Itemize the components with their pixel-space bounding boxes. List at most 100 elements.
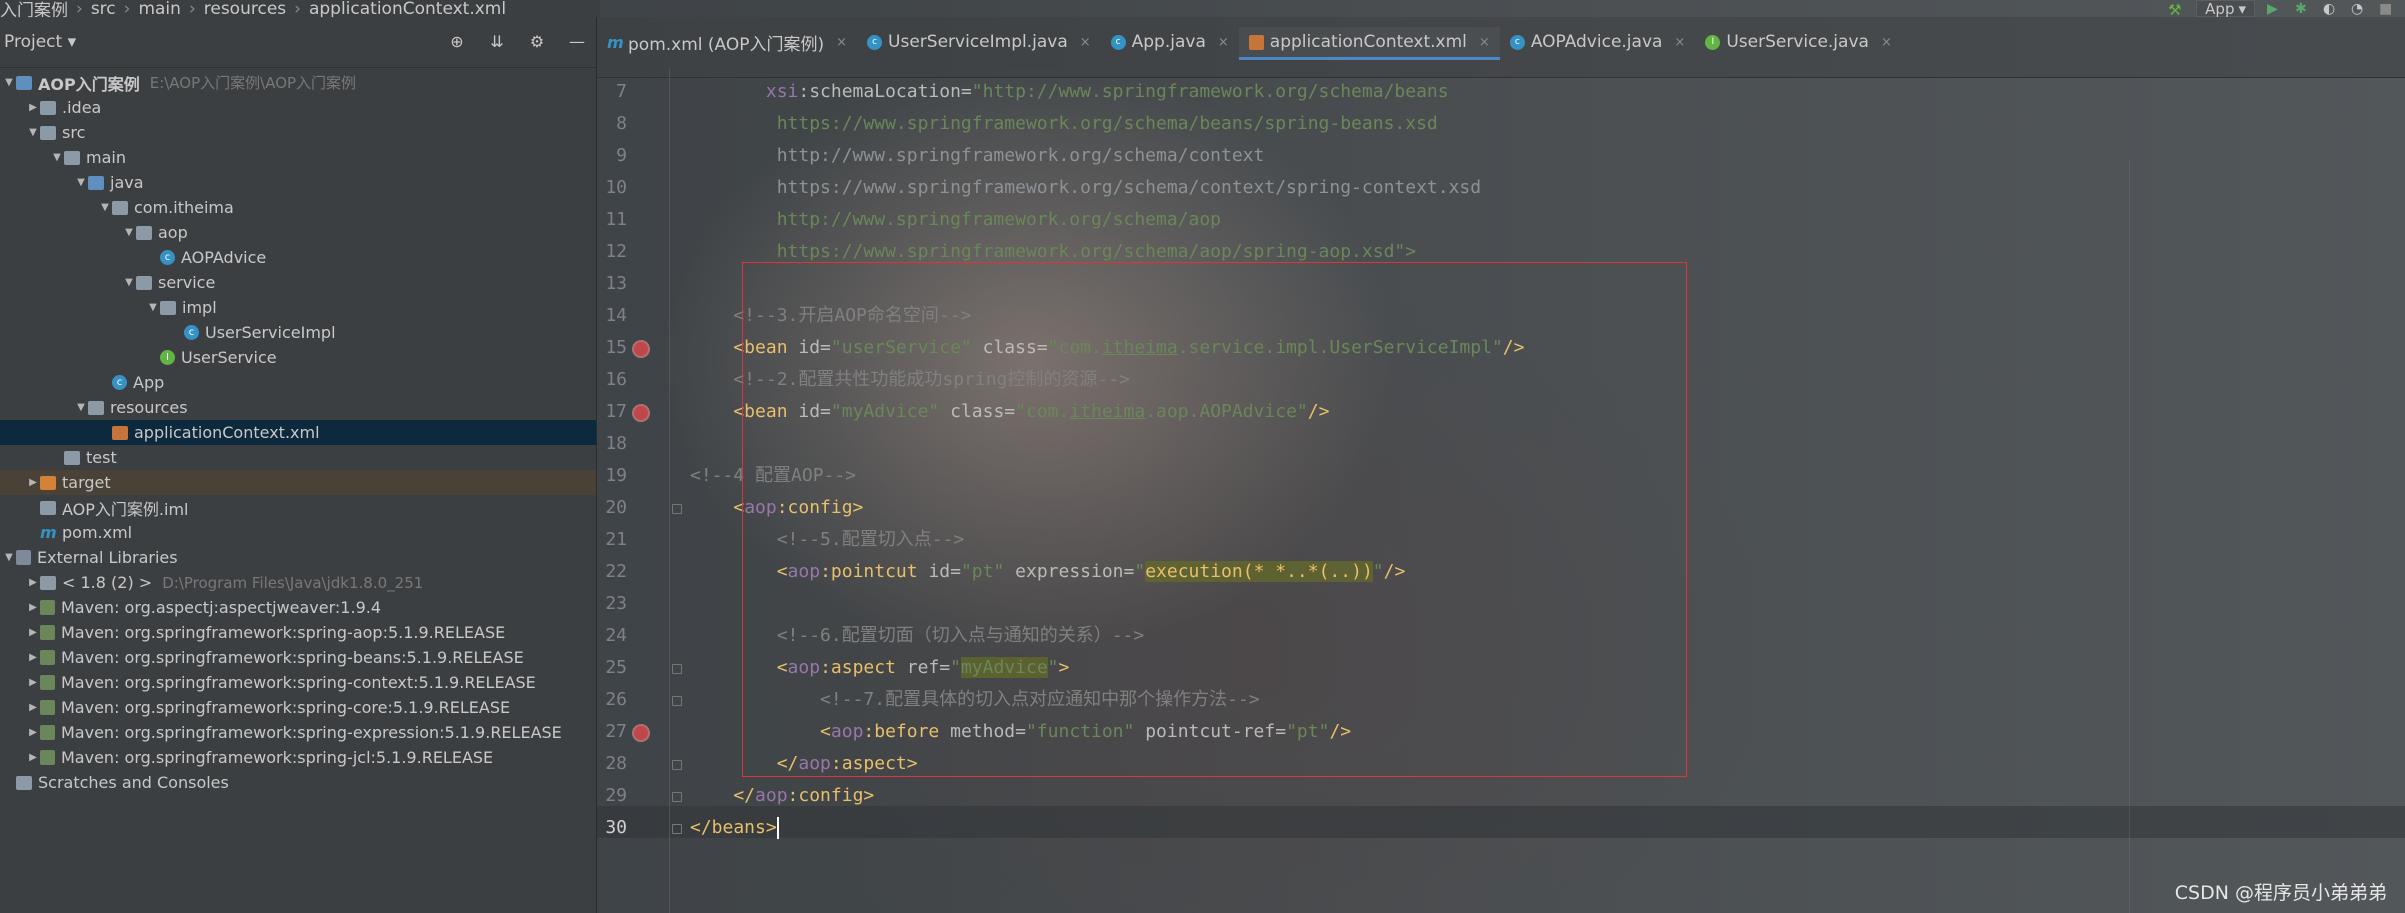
project-panel-header: Project ▾ ⊕ ⇊ ⚙ —	[0, 17, 596, 68]
tree-item-path: E:\AOP入门案例\AOP入门案例	[149, 74, 357, 92]
xml-file-icon	[1248, 34, 1264, 50]
tree-item[interactable]: ▶ Maven: org.springframework:spring-jcl:5…	[0, 745, 596, 770]
tree-item[interactable]: ▼ impl	[0, 295, 596, 320]
locate-icon[interactable]: ⊕	[448, 33, 466, 51]
tree-item[interactable]: ▶ Maven: org.springframework:spring-expre…	[0, 720, 596, 745]
chevron-down-icon[interactable]: ▼	[122, 277, 136, 288]
annotation-box	[742, 262, 1687, 777]
tree-item[interactable]: AOP入门案例.iml	[0, 495, 596, 520]
close-icon[interactable]: ×	[1218, 35, 1229, 50]
tree-item[interactable]: applicationContext.xml	[0, 420, 596, 445]
fold-marker-icon[interactable]	[672, 824, 682, 834]
chevron-down-icon[interactable]: ▼	[26, 127, 40, 138]
chevron-right-icon[interactable]: ▶	[26, 677, 40, 688]
spring-bean-gutter-icon[interactable]	[632, 340, 650, 358]
chevron-right-icon[interactable]: ▶	[26, 652, 40, 663]
tree-item[interactable]: c App	[0, 370, 596, 395]
tree-item[interactable]: ▼ service	[0, 270, 596, 295]
minimize-icon[interactable]: —	[568, 33, 586, 51]
class-icon: c	[1110, 34, 1126, 50]
chevron-down-icon[interactable]: ▼	[74, 177, 88, 188]
tree-item-label: AOP入门案例.iml	[62, 499, 189, 519]
tree-item[interactable]: ▶ target	[0, 470, 596, 495]
fold-marker-icon[interactable]	[672, 664, 682, 674]
gear-icon[interactable]: ⚙	[528, 33, 546, 51]
tree-item[interactable]: c UserServiceImpl	[0, 320, 596, 345]
tree-item[interactable]: ▶ Maven: org.springframework:spring-beans…	[0, 645, 596, 670]
fold-marker-icon[interactable]	[672, 792, 682, 802]
close-icon[interactable]: ×	[1881, 35, 1892, 50]
chevron-down-icon[interactable]: ▼	[2, 552, 16, 563]
run-icon[interactable]: ▶	[2267, 1, 2283, 17]
chevron-right-icon[interactable]: ▶	[26, 577, 40, 588]
tree-item[interactable]: m pom.xml	[0, 520, 596, 545]
tree-item[interactable]: Scratches and Consoles	[0, 770, 596, 795]
profile-icon[interactable]: ◔	[2351, 1, 2367, 17]
tree-item[interactable]: ▶ Maven: org.springframework:spring-aop:5…	[0, 620, 596, 645]
editor-tab[interactable]: c App.java ×	[1101, 27, 1239, 57]
coverage-icon[interactable]: ◐	[2323, 1, 2339, 17]
tree-item[interactable]: ▼ main	[0, 145, 596, 170]
tree-item[interactable]: ▶ Maven: org.springframework:spring-core:…	[0, 695, 596, 720]
editor-tab[interactable]: c AOPAdvice.java ×	[1500, 27, 1696, 57]
chevron-right-icon[interactable]: ▶	[26, 727, 40, 738]
tree-item[interactable]: ▼ com.itheima	[0, 195, 596, 220]
hammer-icon[interactable]: ⚒	[2168, 1, 2184, 19]
run-config-select[interactable]: App ▾	[2196, 0, 2255, 18]
breadcrumb-item[interactable]: main	[138, 0, 180, 19]
close-icon[interactable]: ×	[836, 35, 847, 50]
editor-tab[interactable]: m pom.xml (AOP入门案例) ×	[597, 27, 857, 57]
line-number: 23	[605, 593, 627, 614]
tree-item[interactable]: ▼ resources	[0, 395, 596, 420]
tree-item[interactable]: ▶ .idea	[0, 95, 596, 120]
editor-tab[interactable]: c UserServiceImpl.java ×	[857, 27, 1101, 57]
tree-item[interactable]: ▼ External Libraries	[0, 545, 596, 570]
chevron-right-icon[interactable]: ▶	[26, 477, 40, 488]
chevron-right-icon[interactable]: ▶	[26, 752, 40, 763]
library-icon	[40, 600, 55, 615]
line-number: 27	[605, 721, 627, 742]
tree-item[interactable]: ▼ src	[0, 120, 596, 145]
spring-bean-gutter-icon[interactable]	[632, 724, 650, 742]
breadcrumb-item[interactable]: applicationContext.xml	[309, 0, 506, 19]
tree-item[interactable]: ▶ Maven: org.springframework:spring-conte…	[0, 670, 596, 695]
tree-item[interactable]: c AOPAdvice	[0, 245, 596, 270]
code-token: xsi	[690, 81, 799, 102]
close-icon[interactable]: ×	[1080, 35, 1091, 50]
chevron-right-icon[interactable]: ▶	[26, 102, 40, 113]
chevron-down-icon[interactable]: ▼	[98, 202, 112, 213]
spring-bean-gutter-icon[interactable]	[632, 404, 650, 422]
chevron-right-icon[interactable]: ▶	[26, 602, 40, 613]
interface-icon: I	[160, 350, 175, 365]
tree-item[interactable]: ▼ AOP入门案例 E:\AOP入门案例\AOP入门案例	[0, 70, 596, 95]
tree-item-label: UserServiceImpl	[205, 323, 336, 342]
fold-marker-icon[interactable]	[672, 760, 682, 770]
tree-item[interactable]: ▼ java	[0, 170, 596, 195]
right-margin-guide	[2129, 160, 2130, 913]
tree-item[interactable]: I UserService	[0, 345, 596, 370]
breadcrumb-item[interactable]: resources	[204, 0, 286, 19]
chevron-down-icon[interactable]: ▼	[50, 152, 64, 163]
editor-tab[interactable]: I UserService.java ×	[1695, 27, 1902, 57]
gutter-separator	[669, 68, 670, 913]
chevron-right-icon[interactable]: ▶	[26, 702, 40, 713]
editor-tab[interactable]: applicationContext.xml ×	[1238, 27, 1500, 60]
chevron-down-icon[interactable]: ▼	[74, 402, 88, 413]
project-view-select[interactable]: Project ▾	[0, 32, 76, 52]
close-icon[interactable]: ×	[1479, 35, 1490, 50]
fold-marker-icon[interactable]	[672, 504, 682, 514]
close-icon[interactable]: ×	[1674, 35, 1685, 50]
tree-item[interactable]: ▼ aop	[0, 220, 596, 245]
tree-item[interactable]: ▶ < 1.8 (2) > D:\Program Files\Java\jdk1.8…	[0, 570, 596, 595]
debug-icon[interactable]: ✱	[2295, 1, 2311, 17]
chevron-down-icon[interactable]: ▼	[122, 227, 136, 238]
stop-icon[interactable]: ■	[2379, 1, 2395, 17]
breadcrumb-item[interactable]: src	[91, 0, 116, 19]
tree-item[interactable]: test	[0, 445, 596, 470]
collapse-all-icon[interactable]: ⇊	[488, 33, 506, 51]
tree-item[interactable]: ▶ Maven: org.aspectj:aspectjweaver:1.9.4	[0, 595, 596, 620]
chevron-down-icon[interactable]: ▼	[2, 77, 16, 88]
chevron-right-icon[interactable]: ▶	[26, 627, 40, 638]
fold-marker-icon[interactable]	[672, 696, 682, 706]
chevron-down-icon[interactable]: ▼	[146, 302, 160, 313]
